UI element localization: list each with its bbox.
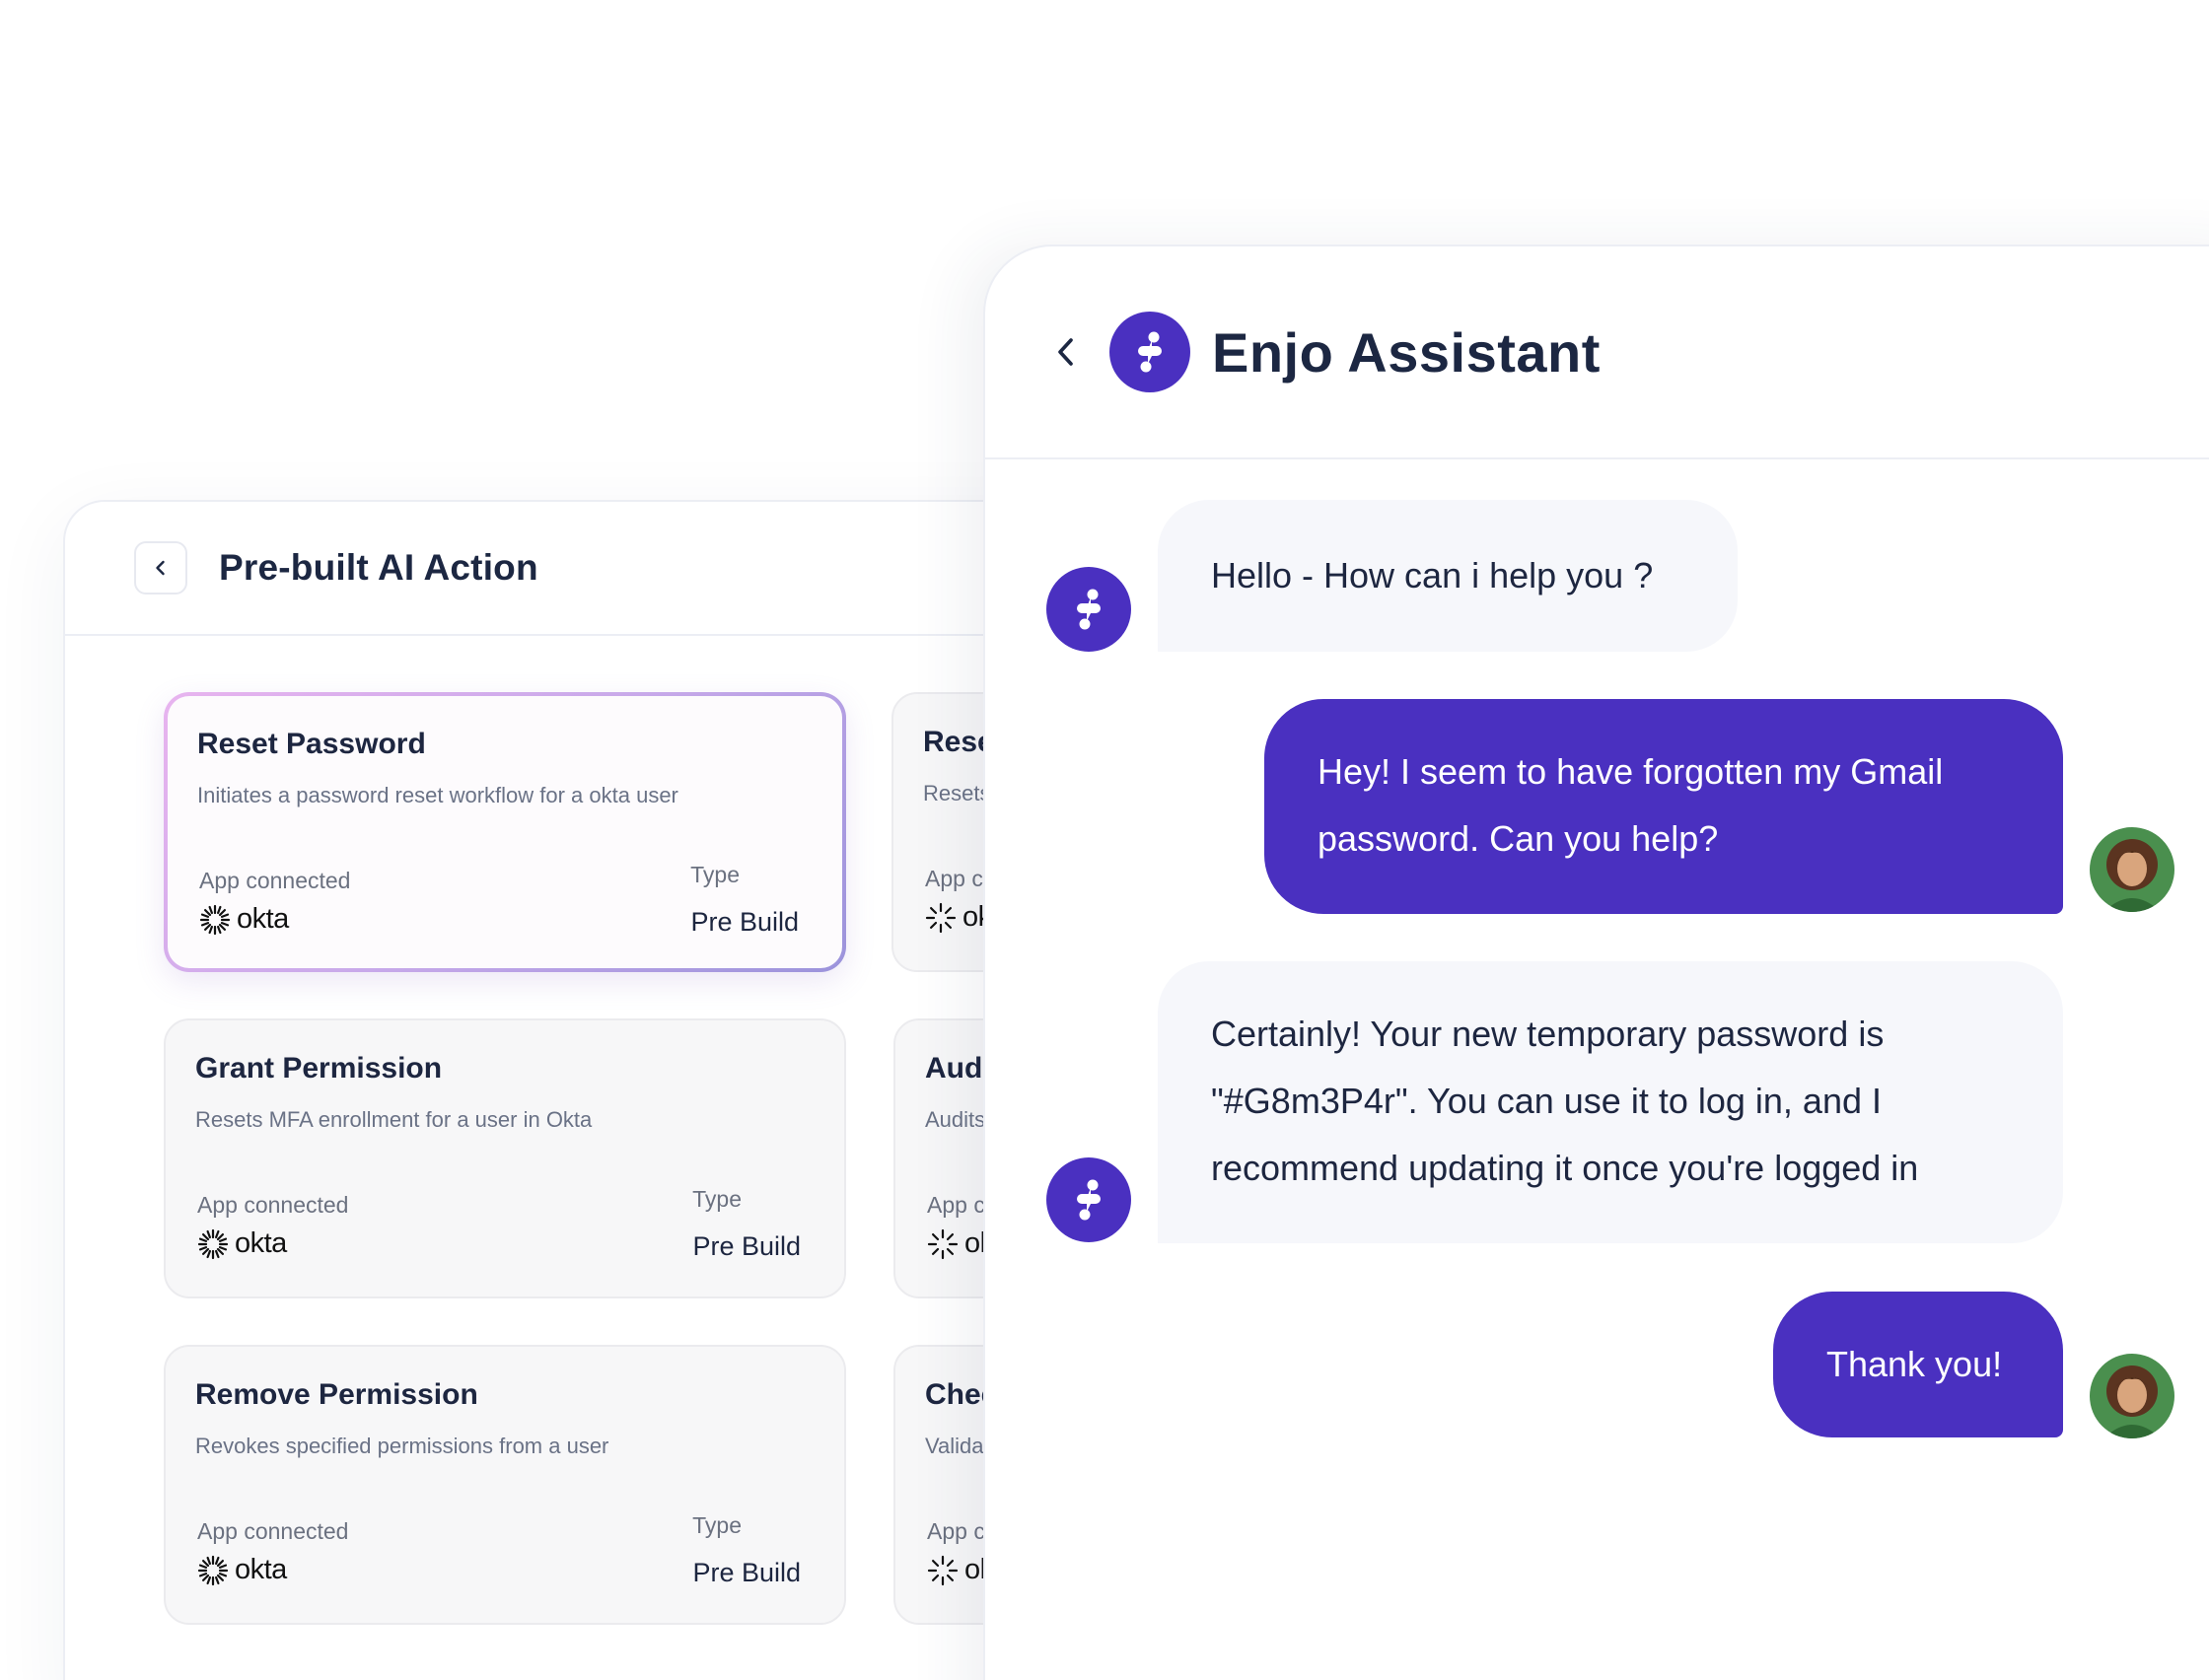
- user-message-bubble: Thank you!: [1773, 1292, 2063, 1437]
- action-card-remove-permission[interactable]: Remove Permission Revokes specified perm…: [164, 1345, 846, 1625]
- user-message-bubble: Hey! I seem to have forgotten my Gmail p…: [1264, 699, 2063, 914]
- chat-panel: Enjo Assistant Hello - How can i help yo…: [983, 245, 2209, 1680]
- okta-sunburst-icon: [199, 904, 231, 935]
- enjo-logo-icon: [1077, 1179, 1101, 1221]
- app-name: okta: [235, 1554, 287, 1585]
- okta-sunburst-icon: [197, 1555, 229, 1585]
- type-value: Pre Build: [692, 1558, 801, 1587]
- type-value: Pre Build: [692, 1231, 801, 1261]
- chevron-left-icon: [156, 560, 165, 576]
- app-name: okta: [235, 1227, 287, 1259]
- okta-logo: okta: [197, 1227, 287, 1260]
- type-value: Pre Build: [690, 907, 799, 937]
- app-connected-label: App connected: [199, 868, 351, 893]
- okta-logo: ol: [927, 1554, 986, 1586]
- enjo-avatar: [1109, 312, 1190, 392]
- card-title: Reset Password: [197, 728, 426, 760]
- okta-sunburst-icon: [197, 1228, 229, 1259]
- enjo-logo-icon: [1138, 331, 1162, 373]
- bot-avatar: [1046, 567, 1131, 652]
- app-name: okta: [237, 903, 289, 935]
- message-text-line: "#G8m3P4r". You can use it to log in, an…: [1211, 1081, 1882, 1121]
- message-text: Hello - How can i help you ?: [1211, 555, 1654, 595]
- app-connected-label: App connected: [197, 1192, 349, 1218]
- bot-message-bubble: Hello - How can i help you ?: [1158, 500, 1738, 652]
- action-card-reset-password[interactable]: Reset Password Initiates a password rese…: [164, 692, 846, 972]
- app-connected-label: App c: [925, 866, 983, 891]
- message-text-line: Hey! I seem to have forgotten my Gmail: [1318, 751, 1944, 792]
- message-text: Thank you!: [1826, 1344, 2003, 1384]
- app-connected-label: App connected: [197, 1518, 349, 1544]
- chat-header: Enjo Assistant: [985, 246, 2209, 459]
- type-label: Type: [692, 1512, 742, 1538]
- card-title: Grant Permission: [195, 1052, 443, 1085]
- enjo-logo-icon: [1077, 589, 1101, 630]
- okta-logo: okta: [197, 1554, 287, 1586]
- chat-back-button[interactable]: [1046, 332, 1086, 372]
- bot-avatar: [1046, 1157, 1131, 1242]
- card-description: Initiates a password reset workflow for …: [197, 783, 678, 807]
- card-footer: App connected okta Type Pre Build: [197, 1178, 801, 1287]
- card-description: Resets MFA enrollment for a user in Okta: [195, 1107, 593, 1132]
- app-connected-label: App c: [927, 1192, 985, 1218]
- okta-sunburst-icon: [927, 1228, 959, 1259]
- chat-title: Enjo Assistant: [1212, 320, 1601, 384]
- okta-logo: okta: [199, 903, 289, 936]
- back-button[interactable]: [134, 541, 187, 595]
- user-photo-avatar: [2090, 1354, 2174, 1438]
- okta-logo: ol: [927, 1227, 986, 1260]
- okta-logo: ok: [925, 901, 992, 934]
- message-text-line: recommend updating it once you're logged…: [1211, 1148, 1919, 1188]
- message-text-line: password. Can you help?: [1318, 818, 1719, 859]
- bot-message-bubble: Certainly! Your new temporary password i…: [1158, 961, 2063, 1243]
- user-avatar: [2090, 827, 2174, 912]
- okta-sunburst-icon: [925, 902, 957, 933]
- app-stage: Pre-built AI Action Reset Password Initi…: [0, 0, 2209, 1680]
- type-label: Type: [692, 1186, 742, 1212]
- page-title: Pre-built AI Action: [219, 547, 538, 588]
- action-card-grant-permission[interactable]: Grant Permission Resets MFA enrollment f…: [164, 1018, 846, 1298]
- app-connected-label: App c: [927, 1518, 985, 1544]
- message-text-line: Certainly! Your new temporary password i…: [1211, 1014, 1885, 1054]
- card-title: Remove Permission: [195, 1378, 478, 1411]
- card-footer: App connected okta Type Pre Build: [197, 1505, 801, 1613]
- card-footer: App connected okta Type Pre Build: [199, 854, 799, 962]
- okta-sunburst-icon: [927, 1555, 959, 1585]
- type-label: Type: [690, 862, 740, 887]
- card-description: Revokes specified permissions from a use…: [195, 1434, 609, 1458]
- user-photo-avatar: [2090, 827, 2174, 912]
- user-avatar: [2090, 1354, 2174, 1438]
- chevron-left-icon: [1058, 338, 1073, 366]
